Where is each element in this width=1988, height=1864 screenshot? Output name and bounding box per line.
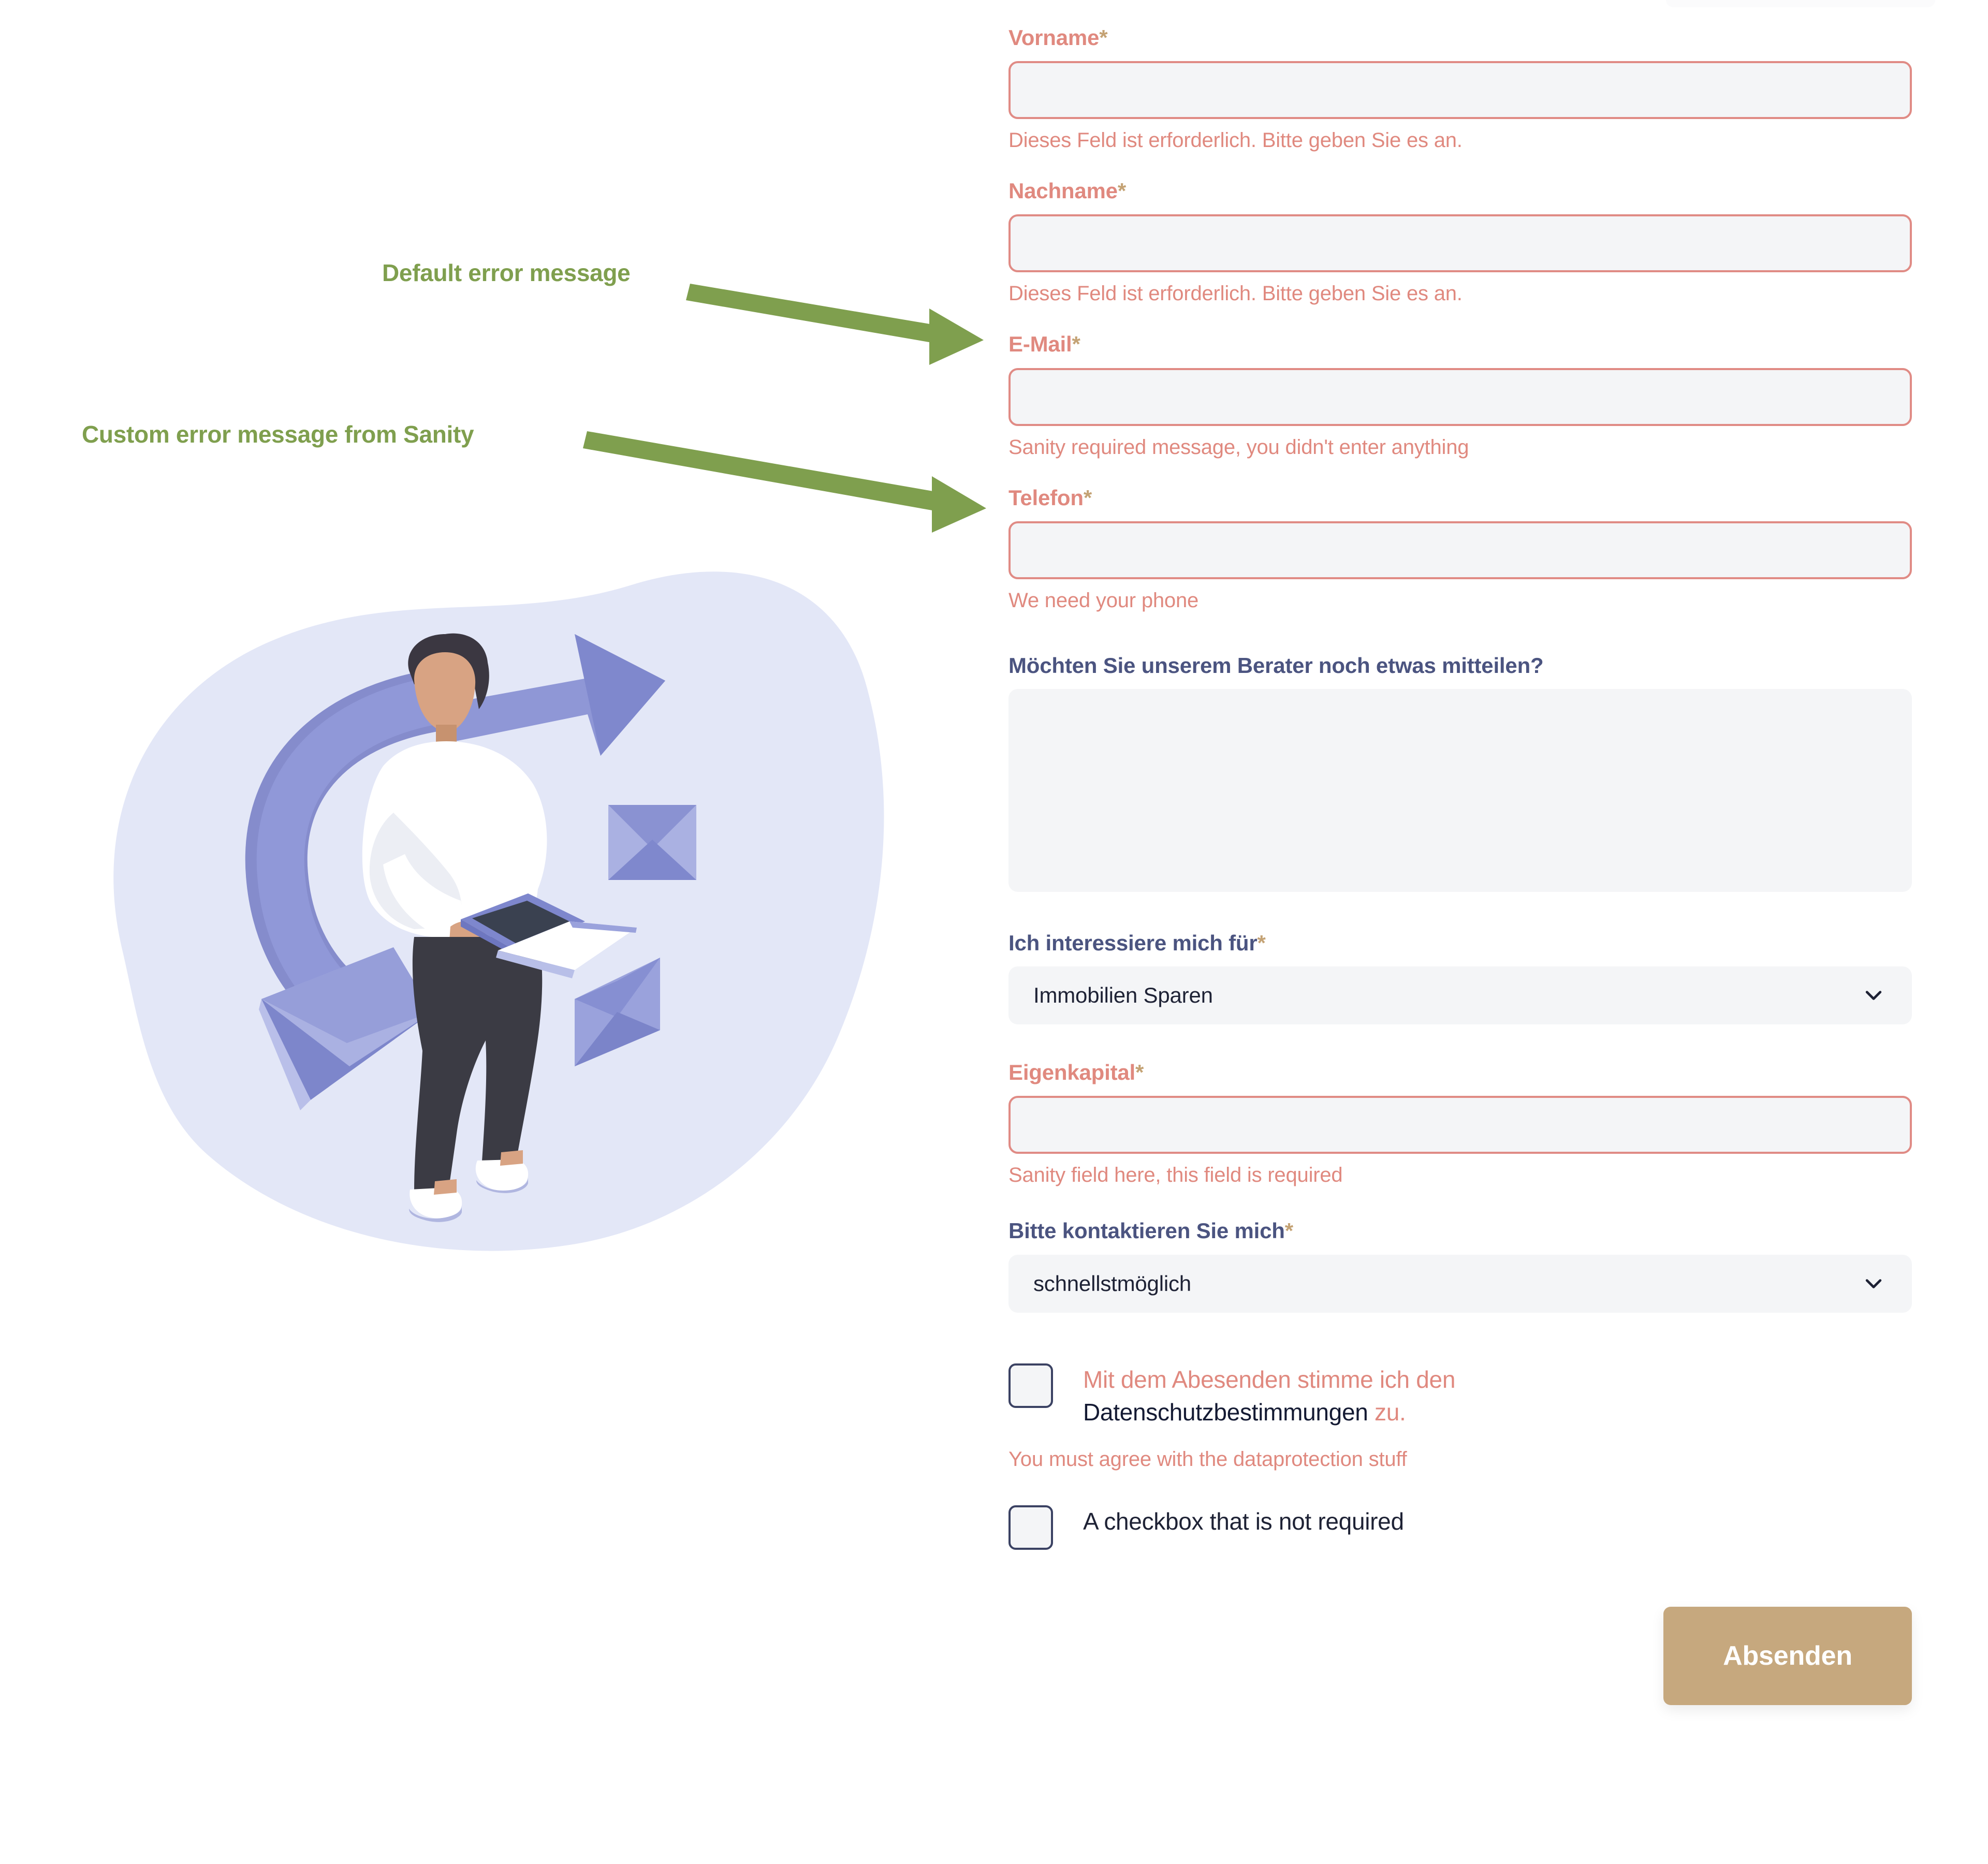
error-telefon: We need your phone xyxy=(1008,589,1199,612)
label-nachricht: Möchten Sie unserem Berater noch etwas m… xyxy=(1008,653,1544,678)
illustration-panel xyxy=(0,0,984,1864)
email-input[interactable] xyxy=(1008,368,1912,426)
field-interesse: Ich interessiere mich für* Immobilien Sp… xyxy=(1008,930,1935,1025)
kontaktzeit-selected-value: schnellstmöglich xyxy=(1033,1271,1191,1296)
label-interesse: Ich interessiere mich für* xyxy=(1008,930,1266,955)
label-telefon: Telefon* xyxy=(1008,485,1092,510)
interesse-selected-value: Immobilien Sparen xyxy=(1033,983,1213,1008)
chevron-down-icon xyxy=(1865,991,1882,1000)
required-asterisk: * xyxy=(1135,1060,1144,1085)
field-vorname: Vorname* Dieses Feld ist erforderlich. B… xyxy=(1008,25,1935,152)
required-asterisk: * xyxy=(1083,485,1092,510)
error-vorname: Dieses Feld ist erforderlich. Bitte gebe… xyxy=(1008,129,1463,152)
optional-checkbox[interactable] xyxy=(1008,1505,1053,1550)
checkbox-row-datenschutz[interactable]: Mit dem Abesenden stimme ich den Datensc… xyxy=(1008,1363,1935,1429)
chevron-down-icon xyxy=(1865,1279,1882,1288)
kontaktzeit-select[interactable]: schnellstmöglich xyxy=(1008,1254,1912,1313)
field-datenschutz-consent: Mit dem Abesenden stimme ich den Datensc… xyxy=(1008,1363,1935,1472)
label-vorname: Vorname* xyxy=(1008,25,1108,50)
label-nachname: Nachname* xyxy=(1008,179,1126,203)
field-eigenkapital: Eigenkapital* Sanity field here, this fi… xyxy=(1008,1061,1935,1187)
nachname-input[interactable] xyxy=(1008,214,1912,273)
required-asterisk: * xyxy=(1257,930,1266,955)
required-asterisk: * xyxy=(1072,332,1080,357)
field-email: E-Mail* Sanity required message, you did… xyxy=(1008,332,1935,459)
checkbox-row-optional[interactable]: A checkbox that is not required xyxy=(1008,1505,1935,1550)
datenschutz-link[interactable]: Datenschutzbestimmungen xyxy=(1083,1399,1368,1426)
absenden-submit-button[interactable]: Absenden xyxy=(1663,1607,1912,1706)
required-asterisk: * xyxy=(1099,25,1108,50)
optional-checkbox-label: A checkbox that is not required xyxy=(1083,1508,1404,1535)
error-eigenkapital: Sanity field here, this field is require… xyxy=(1008,1164,1343,1187)
label-email: E-Mail* xyxy=(1008,332,1080,357)
nachricht-textarea[interactable] xyxy=(1008,688,1912,892)
field-nachricht: Möchten Sie unserem Berater noch etwas m… xyxy=(1008,653,1935,892)
error-datenschutz: You must agree with the dataprotection s… xyxy=(1008,1448,1407,1471)
interesse-select[interactable]: Immobilien Sparen xyxy=(1008,966,1912,1025)
envelope-icon-right xyxy=(608,805,696,880)
required-asterisk: * xyxy=(1284,1219,1293,1243)
person-with-tablet-and-envelopes-illustration xyxy=(113,571,884,1251)
field-telefon: Telefon* We need your phone xyxy=(1008,486,1935,612)
datenschutz-label: Mit dem Abesenden stimme ich den Datensc… xyxy=(1083,1366,1456,1426)
field-optional-consent: A checkbox that is not required xyxy=(1008,1505,1935,1550)
label-eigenkapital: Eigenkapital* xyxy=(1008,1060,1144,1085)
telefon-input[interactable] xyxy=(1008,521,1912,579)
submit-row: Absenden xyxy=(1008,1607,1912,1706)
datenschutz-checkbox[interactable] xyxy=(1008,1363,1053,1408)
label-kontaktzeit: Bitte kontaktieren Sie mich* xyxy=(1008,1219,1293,1243)
vorname-input[interactable] xyxy=(1008,61,1912,120)
cutoff-field-above xyxy=(1666,0,1935,7)
contact-form: Vorname* Dieses Feld ist erforderlich. B… xyxy=(1008,0,1935,1706)
error-email: Sanity required message, you didn't ente… xyxy=(1008,435,1469,459)
error-nachname: Dieses Feld ist erforderlich. Bitte gebe… xyxy=(1008,282,1463,305)
required-asterisk: * xyxy=(1117,179,1126,203)
eigenkapital-input[interactable] xyxy=(1008,1096,1912,1154)
field-kontaktzeit: Bitte kontaktieren Sie mich* schnellstmö… xyxy=(1008,1219,1935,1313)
field-nachname: Nachname* Dieses Feld ist erforderlich. … xyxy=(1008,179,1935,305)
